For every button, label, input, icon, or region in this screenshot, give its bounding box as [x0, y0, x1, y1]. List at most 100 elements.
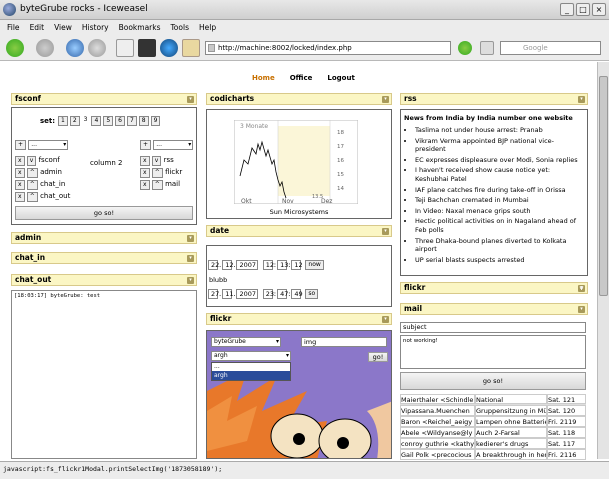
day-input[interactable]: 22 — [208, 260, 219, 270]
set-button[interactable]: 9 — [150, 116, 161, 126]
chat-out-header[interactable]: chat_out ▾ — [11, 274, 197, 286]
new-window-icon[interactable] — [116, 39, 134, 57]
remove-button[interactable]: x — [15, 180, 25, 190]
mail-body-textarea[interactable]: not working! — [400, 335, 586, 369]
home-icon[interactable] — [182, 39, 200, 57]
set-button[interactable]: 4 — [91, 116, 102, 126]
set-button[interactable]: 1 — [58, 116, 68, 126]
remove-button[interactable]: x — [15, 156, 25, 166]
hour-input[interactable]: 12 — [262, 260, 274, 270]
rss-header[interactable]: rss ▾ — [400, 93, 588, 105]
url-bar[interactable]: http://machine:8002/locked/index.php — [205, 41, 451, 55]
minimize-button[interactable]: _ — [560, 3, 574, 16]
move-down-button[interactable]: v — [151, 156, 162, 166]
move-up-button[interactable]: ^ — [151, 180, 163, 190]
rss-item[interactable]: Vikram Verma appointed BJP national vice… — [415, 137, 583, 154]
collapse-icon[interactable]: ▾ — [382, 228, 389, 235]
maximize-button[interactable]: □ — [576, 3, 590, 16]
minute-input[interactable]: 47 — [277, 289, 288, 299]
move-up-button[interactable]: ^ — [26, 168, 38, 178]
add-button[interactable]: + — [140, 140, 152, 150]
menu-view[interactable]: View — [54, 23, 72, 32]
forward-arrow-icon[interactable] — [36, 39, 54, 57]
go-icon[interactable] — [458, 41, 472, 55]
rss-item[interactable]: Teji Bachchan cremated in Mumbai — [415, 196, 583, 205]
rss-item[interactable]: I haven't received show cause notice yet… — [415, 166, 583, 183]
scrollbar-thumb[interactable] — [599, 76, 608, 296]
stumbleupon-icon[interactable] — [160, 39, 178, 57]
set-button[interactable]: 6 — [115, 116, 125, 126]
remove-button[interactable]: x — [15, 168, 25, 178]
move-up-button[interactable]: ^ — [26, 180, 38, 190]
fsconf-header[interactable]: fsconf ▾ — [11, 93, 197, 105]
set-button[interactable]: 8 — [138, 116, 149, 126]
hour-input[interactable]: 23 — [262, 289, 274, 299]
flickr-set-select[interactable]: argh — [211, 351, 291, 361]
fsconf-go-button[interactable]: go so! — [15, 206, 193, 220]
rss-item[interactable]: UP serial blasts suspects arrested — [415, 256, 583, 265]
now-button[interactable]: now — [305, 260, 324, 270]
move-up-button[interactable]: ^ — [151, 168, 163, 178]
bookmark-icon[interactable] — [138, 39, 156, 57]
mail-send-button[interactable]: go so! — [400, 372, 586, 390]
collapse-icon[interactable]: ▾ — [578, 96, 585, 103]
remove-button[interactable]: x — [140, 180, 150, 190]
so-button[interactable]: so — [305, 289, 319, 299]
codicharts-header[interactable]: codicharts ▾ — [206, 93, 392, 105]
admin-header[interactable]: admin ▾ — [11, 232, 197, 244]
minute-input[interactable]: 13 — [277, 260, 288, 270]
table-row[interactable]: conroy guthrie <kathy kedierer's drugs S… — [400, 438, 586, 449]
month-input[interactable]: 12 — [222, 260, 234, 270]
collapse-icon[interactable]: ▾ — [187, 96, 194, 103]
second-input[interactable]: 49 — [291, 289, 303, 299]
add-button[interactable]: + — [15, 140, 27, 150]
nav-logout[interactable]: Logout — [327, 74, 354, 82]
rss-item[interactable]: Hectic political activities on in Nagala… — [415, 217, 583, 234]
second-input[interactable]: 12 — [291, 260, 303, 270]
flickr-header[interactable]: flickr ▾ — [206, 313, 392, 325]
month-input[interactable]: 11 — [222, 289, 234, 299]
year-input[interactable]: 2007 — [236, 260, 259, 270]
vertical-scrollbar[interactable] — [597, 62, 609, 459]
reload-icon[interactable] — [66, 39, 84, 57]
rss-item[interactable]: In Video: Naxal menace grips south — [415, 207, 583, 216]
dropdown-option[interactable]: ... — [212, 363, 290, 371]
move-up-button[interactable]: ^ — [26, 192, 38, 202]
expand-icon[interactable]: ψ — [578, 285, 585, 292]
collapse-icon[interactable]: ▾ — [382, 96, 389, 103]
collapse-icon[interactable]: ▾ — [187, 277, 194, 284]
expand-icon[interactable]: ▾ — [187, 255, 194, 262]
rss-item[interactable]: Taslima not under house arrest: Pranab — [415, 126, 583, 135]
menu-history[interactable]: History — [82, 23, 109, 32]
date-header[interactable]: date ▾ — [206, 225, 392, 237]
table-row[interactable]: Maierthaler <Schindle National Sat. 121 — [400, 394, 586, 405]
set-button[interactable]: 5 — [103, 116, 114, 126]
mail-header[interactable]: mail ▾ — [400, 303, 588, 315]
set-button[interactable]: 2 — [69, 116, 80, 126]
flickr-user-select[interactable]: byteGrube — [211, 337, 281, 347]
remove-button[interactable]: x — [15, 192, 25, 202]
close-button[interactable]: × — [592, 3, 606, 16]
search-engine-icon[interactable] — [480, 41, 494, 55]
flickr-go-button[interactable]: go! — [368, 352, 388, 362]
year-input[interactable]: 2007 — [236, 289, 259, 299]
collapse-icon[interactable]: ▾ — [578, 306, 585, 313]
rss-item[interactable]: Three Dhaka-bound planes diverted to Kol… — [415, 237, 583, 254]
collapse-icon[interactable]: ▾ — [382, 316, 389, 323]
chat-out-body[interactable]: [18:03:17] byteGrube: test — [11, 290, 197, 459]
mail-subject-input[interactable]: subject — [400, 322, 586, 333]
remove-button[interactable]: x — [140, 168, 150, 178]
table-row[interactable]: Baron <Reichel_aeigy Lampen ohne Batteri… — [400, 416, 586, 427]
stop-icon[interactable] — [88, 39, 106, 57]
table-row[interactable]: Vipassana.Muenchen Gruppensitzung in Mü … — [400, 405, 586, 416]
flickr-search-input[interactable]: img — [301, 337, 387, 347]
nav-office[interactable]: Office — [290, 74, 313, 82]
back-arrow-icon[interactable] — [6, 39, 24, 57]
chat-in-header[interactable]: chat_in ▾ — [11, 252, 197, 264]
menu-tools[interactable]: Tools — [171, 23, 189, 32]
column-3-select[interactable]: ... — [153, 140, 194, 150]
table-row[interactable]: Abele <Wildyanse@ly Auch 2-Farsal Sat. 1… — [400, 427, 586, 438]
table-row[interactable]: Gail Polk <precocious A breakthrough in … — [400, 449, 586, 460]
column-1-select[interactable]: ... — [28, 140, 69, 150]
menu-edit[interactable]: Edit — [30, 23, 45, 32]
